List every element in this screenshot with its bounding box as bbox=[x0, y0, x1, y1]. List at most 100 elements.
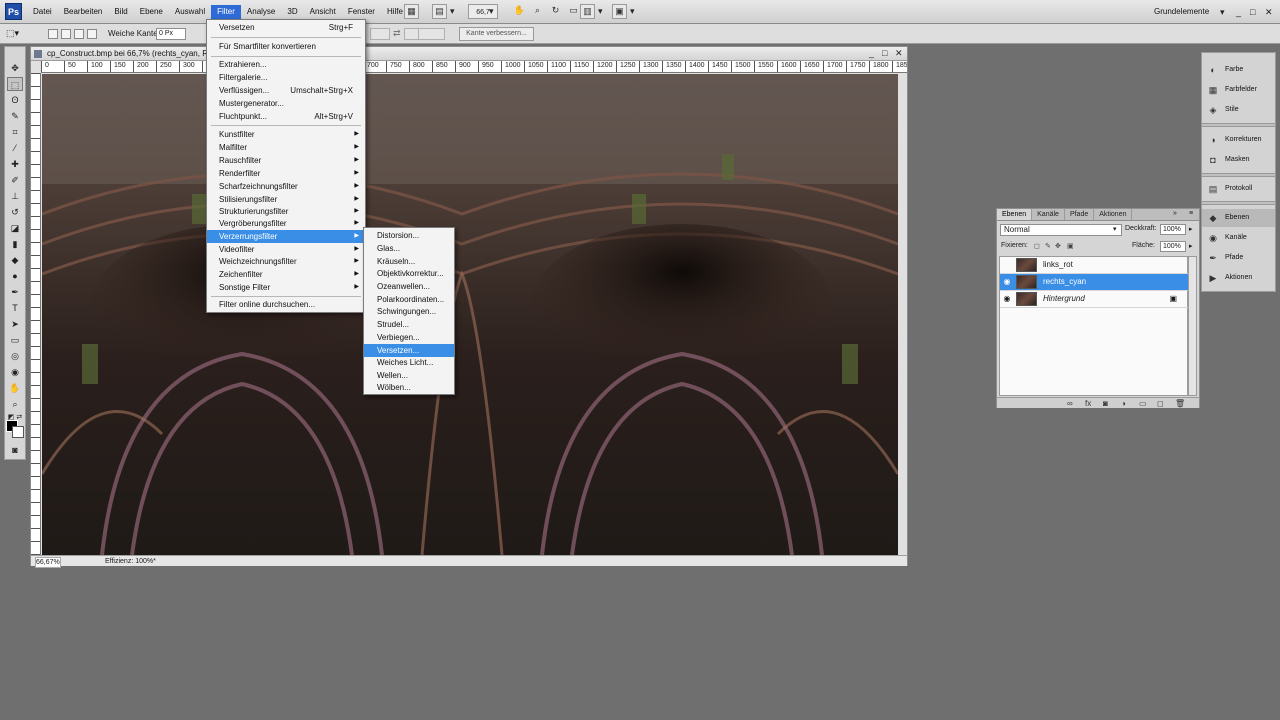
link-layers-icon[interactable]: ∞ bbox=[1067, 398, 1073, 409]
new-group-icon[interactable]: ▭ bbox=[1139, 398, 1147, 409]
add-selection-icon[interactable] bbox=[61, 29, 71, 39]
efficiency-readout[interactable]: Effizienz: 100%* bbox=[105, 557, 156, 566]
menu-datei[interactable]: Datei bbox=[27, 5, 58, 19]
lock-all-icon[interactable]: ▣ bbox=[1067, 242, 1074, 250]
menu-item-other[interactable]: Sonstige Filter ▶ bbox=[207, 281, 365, 294]
menu-bild[interactable]: Bild bbox=[108, 5, 133, 19]
pen-tool-icon[interactable]: ✒ bbox=[7, 285, 23, 299]
workspace-arrow-icon[interactable]: ▾ bbox=[1220, 5, 1225, 20]
menu-item-distort[interactable]: Verzerrungsfilter ▶ bbox=[207, 230, 365, 243]
blend-mode-select[interactable]: Normal bbox=[1000, 224, 1122, 236]
menu-item-brush-strokes[interactable]: Malfilter ▶ bbox=[207, 141, 365, 154]
fill-arrow-icon[interactable]: ▸ bbox=[1189, 242, 1193, 250]
close-button[interactable]: ✕ bbox=[1265, 5, 1273, 19]
blend-mode-arrow-icon[interactable]: ▾ bbox=[1113, 225, 1117, 233]
hand-tool-icon[interactable]: ✋ bbox=[512, 4, 527, 19]
layer-row[interactable]: links_rot bbox=[1000, 257, 1189, 274]
tab-paths[interactable]: Pfade bbox=[1065, 209, 1095, 220]
hand-icon[interactable]: ✋ bbox=[7, 381, 23, 395]
view-extras-arrow-icon[interactable]: ▾ bbox=[450, 4, 455, 19]
submenu-item-glass[interactable]: Glas... bbox=[364, 242, 454, 255]
background-color-swatch[interactable] bbox=[12, 426, 24, 438]
submenu-item-wave[interactable]: Schwingungen... bbox=[364, 305, 454, 318]
menu-item-pixelate[interactable]: Vergröberungsfilter ▶ bbox=[207, 217, 365, 230]
style-field[interactable] bbox=[418, 28, 445, 40]
submenu-item-twirl[interactable]: Strudel... bbox=[364, 318, 454, 331]
menu-item-sketch[interactable]: Zeichenfilter ▶ bbox=[207, 268, 365, 281]
eye-icon[interactable]: ◉ bbox=[1002, 294, 1012, 304]
healing-brush-icon[interactable]: ✚ bbox=[7, 157, 23, 171]
lock-pixels-icon[interactable]: ✎ bbox=[1045, 242, 1051, 250]
zoom-dropdown-arrow-icon[interactable]: ▾ bbox=[489, 4, 494, 19]
lock-position-icon[interactable]: ✥ bbox=[1055, 242, 1061, 250]
shape-tool-icon[interactable]: ▭ bbox=[7, 333, 23, 347]
brush-tool-icon[interactable]: ✐ bbox=[7, 173, 23, 187]
dock-item-adjustments[interactable]: ◑ Korrekturen bbox=[1202, 131, 1275, 149]
3d-orbit-icon[interactable]: ◉ bbox=[7, 365, 23, 379]
quick-mask-icon[interactable]: ◙ bbox=[7, 443, 23, 457]
3d-rotate-icon[interactable]: ◎ bbox=[7, 349, 23, 363]
swap-icon[interactable]: ⇄ bbox=[393, 28, 401, 39]
menu-item-last-filter[interactable]: Versetzen Strg+F bbox=[207, 21, 365, 34]
lock-transparency-icon[interactable]: ◻ bbox=[1034, 242, 1040, 250]
dock-item-layers[interactable]: ◆ Ebenen bbox=[1202, 209, 1275, 227]
subtract-selection-icon[interactable] bbox=[74, 29, 84, 39]
history-brush-icon[interactable]: ↺ bbox=[7, 205, 23, 219]
screen-mode-icon[interactable]: ▣ bbox=[612, 4, 627, 19]
blur-tool-icon[interactable]: ◆ bbox=[7, 253, 23, 267]
rotate-view-icon[interactable]: ↻ bbox=[548, 4, 563, 19]
dock-item-color[interactable]: ◐ Farbe bbox=[1202, 61, 1275, 79]
visibility-toggle[interactable] bbox=[1002, 260, 1012, 270]
eye-icon[interactable]: ◉ bbox=[1002, 277, 1012, 287]
menu-item-sharpen[interactable]: Scharfzeichnungsfilter ▶ bbox=[207, 180, 365, 193]
gradient-icon[interactable]: ▮ bbox=[7, 237, 23, 251]
width-field[interactable] bbox=[370, 28, 390, 40]
bridge-icon[interactable]: ▦ bbox=[404, 4, 419, 19]
menu-fenster[interactable]: Fenster bbox=[342, 5, 381, 19]
marquee-tool-icon[interactable]: ⬚ bbox=[7, 77, 23, 91]
submenu-item-diffuse-glow[interactable]: Distorsion... bbox=[364, 229, 454, 242]
lasso-tool-icon[interactable]: ʘ bbox=[7, 93, 23, 107]
ruler-tool-icon[interactable]: ▭ bbox=[566, 4, 581, 19]
menu-item-blur[interactable]: Weichzeichnungsfilter ▶ bbox=[207, 255, 365, 268]
menu-analyse[interactable]: Analyse bbox=[241, 5, 281, 19]
zoom-icon[interactable]: ⌕ bbox=[7, 397, 23, 411]
opacity-input[interactable]: 100% bbox=[1160, 224, 1186, 235]
path-selection-icon[interactable]: ➤ bbox=[7, 317, 23, 331]
submenu-item-soft-light[interactable]: Weiches Licht... bbox=[364, 356, 454, 369]
menu-item-vanishing-point[interactable]: Fluchtpunkt... Alt+Strg+V bbox=[207, 110, 365, 123]
minimize-button[interactable]: _ bbox=[1236, 5, 1241, 19]
delete-layer-icon[interactable]: 🗑 bbox=[1175, 398, 1185, 409]
menu-ebene[interactable]: Ebene bbox=[134, 5, 169, 19]
panel-collapse-icon[interactable]: » bbox=[1173, 210, 1177, 217]
layer-row[interactable]: ◉ Hintergrund ▣ bbox=[1000, 291, 1189, 308]
horizontal-ruler[interactable]: 0501001502002503003504004505005506006507… bbox=[41, 61, 907, 73]
arrange-arrow-icon[interactable]: ▾ bbox=[598, 4, 603, 19]
dock-item-masks[interactable]: ◘ Masken bbox=[1202, 151, 1275, 169]
menu-item-smart-filter[interactable]: Für Smartfilter konvertieren bbox=[207, 40, 365, 53]
crop-tool-icon[interactable]: ⌗ bbox=[7, 125, 23, 139]
menu-item-render[interactable]: Renderfilter ▶ bbox=[207, 167, 365, 180]
soft-edge-input[interactable]: 0 Px bbox=[156, 28, 186, 40]
arrange-documents-icon[interactable]: ▥ bbox=[580, 4, 595, 19]
tool-preset-icon[interactable]: ⬚▾ bbox=[6, 28, 19, 39]
submenu-item-lens-correction[interactable]: Objektivkorrektur... bbox=[364, 267, 454, 280]
new-layer-icon[interactable]: ◻ bbox=[1157, 398, 1164, 409]
menu-item-extract[interactable]: Extrahieren... bbox=[207, 58, 365, 71]
document-tab[interactable]: cp_Construct.bmp bei 66,7% (rechts_cyan,… bbox=[31, 47, 907, 61]
layer-row[interactable]: ◉ rechts_cyan bbox=[1000, 274, 1189, 291]
menu-item-noise[interactable]: Rauschfilter ▶ bbox=[207, 154, 365, 167]
menu-filter[interactable]: Filter bbox=[211, 5, 241, 19]
menu-ansicht[interactable]: Ansicht bbox=[304, 5, 342, 19]
opacity-arrow-icon[interactable]: ▸ bbox=[1189, 225, 1193, 233]
menu-3d[interactable]: 3D bbox=[281, 5, 303, 19]
menu-bearbeiten[interactable]: Bearbeiten bbox=[58, 5, 109, 19]
move-tool-icon[interactable]: ✥ bbox=[7, 61, 23, 75]
screen-mode-arrow-icon[interactable]: ▾ bbox=[630, 4, 635, 19]
add-mask-icon[interactable]: ◙ bbox=[1103, 398, 1108, 409]
intersect-selection-icon[interactable] bbox=[87, 29, 97, 39]
eraser-icon[interactable]: ◪ bbox=[7, 221, 23, 235]
dock-item-styles[interactable]: ◈ Stile bbox=[1202, 101, 1275, 119]
new-selection-icon[interactable] bbox=[48, 29, 58, 39]
vertical-ruler[interactable] bbox=[31, 73, 41, 555]
